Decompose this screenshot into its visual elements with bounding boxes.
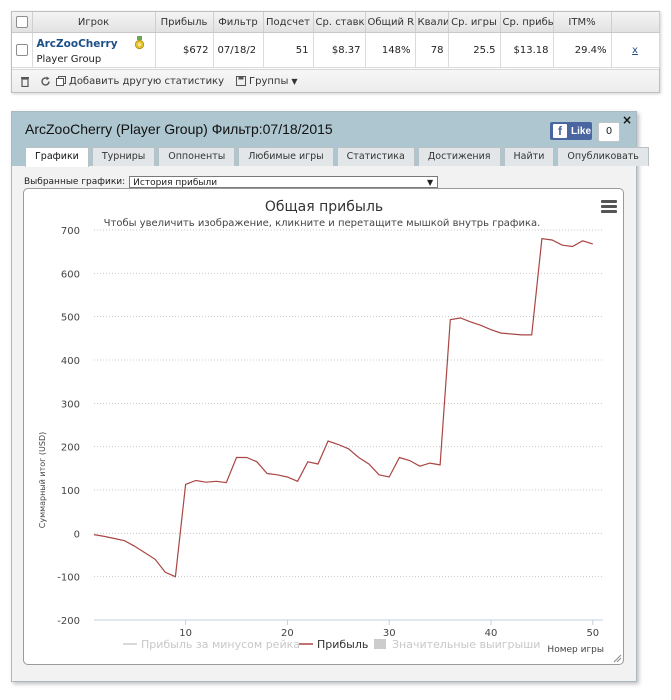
tab-opponents[interactable]: Оппоненты	[158, 147, 236, 166]
col-header-avg-profit[interactable]: Ср. прибы	[500, 12, 554, 33]
tab-charts[interactable]: Графики	[25, 147, 89, 167]
table-header-row: Игрок Прибыль Фильтр Подсчет Ср. ставк О…	[12, 12, 660, 33]
tab-statistics[interactable]: Статистика	[336, 147, 415, 166]
select-all-checkbox[interactable]	[12, 12, 33, 33]
legend-item[interactable]: Прибыль за минусом рейка	[141, 638, 300, 651]
x-tick-label: 50	[586, 628, 599, 639]
chart-container[interactable]: Общая прибыль Чтобы увеличить изображени…	[23, 188, 624, 665]
add-window-icon	[56, 76, 66, 86]
chevron-down-icon: ▼	[291, 76, 298, 86]
tab-tournaments[interactable]: Турниры	[91, 147, 156, 166]
avg-stake-value: $8.37	[313, 32, 366, 68]
col-header-avg-stake[interactable]: Ср. ставк	[313, 12, 366, 33]
y-tick-label: 400	[61, 356, 80, 367]
y-tick-label: 100	[61, 486, 80, 497]
player-window: ArcZooCherry (Player Group) Фильтр:07/18…	[11, 111, 649, 682]
award-icon	[134, 36, 144, 50]
avg-players-value: 25.5	[448, 32, 501, 68]
save-icon	[236, 76, 247, 86]
tab-achievements[interactable]: Достижения	[417, 147, 501, 166]
groups-dropdown[interactable]: Группы ▼	[236, 76, 298, 87]
window-header[interactable]: ArcZooCherry (Player Group) Фильтр:07/18…	[12, 112, 649, 167]
chart-subtitle: Чтобы увеличить изображение, кликните и …	[104, 218, 541, 229]
y-tick-label: 200	[61, 443, 80, 454]
groups-label: Группы	[249, 75, 289, 87]
y-tick-label: 600	[61, 269, 80, 280]
profit-value: $672	[155, 32, 214, 68]
quali-value: 78	[415, 32, 449, 68]
y-tick-label: 300	[61, 399, 80, 410]
graph-select[interactable]: История прибыли ▼	[129, 176, 439, 188]
legend-item[interactable]: Значительные выигрыши	[392, 638, 540, 651]
stats-table: Игрок Прибыль Фильтр Подсчет Ср. ставк О…	[12, 12, 660, 68]
filter-value: 07/18/2	[213, 32, 264, 68]
refresh-icon[interactable]	[38, 74, 52, 88]
y-tick-label: -200	[57, 616, 80, 627]
player-group: Player Group	[36, 53, 102, 65]
facebook-like-button[interactable]: f Like	[550, 122, 592, 140]
col-header-player[interactable]: Игрок	[32, 12, 156, 33]
resize-handle-icon[interactable]	[612, 653, 622, 663]
col-header-profit[interactable]: Прибыль	[155, 12, 214, 33]
series-line-profit	[93, 238, 593, 578]
chart-menu-icon[interactable]	[601, 200, 617, 214]
y-tick-label: -100	[57, 573, 80, 584]
row-checkbox[interactable]	[12, 32, 33, 68]
graph-select-row: Выбранные графики: История прибыли ▼	[24, 176, 439, 188]
stats-toolbar: Добавить другую статистику Группы ▼	[12, 69, 659, 92]
facebook-icon: f	[553, 124, 567, 138]
add-stat-button[interactable]: Добавить другую статистику	[56, 76, 224, 87]
itm-value: 29.4%	[553, 32, 612, 68]
graph-select-label: Выбранные графики:	[24, 177, 126, 187]
x-axis-label: Номер игры	[547, 645, 604, 655]
close-icon[interactable]: ×	[622, 113, 632, 127]
table-row: ArcZooCherry Player Group $672 07/18/2 5…	[12, 32, 660, 68]
y-tick-label: 500	[61, 313, 80, 324]
col-header-count[interactable]: Подсчет	[263, 12, 314, 33]
tab-favorite-games[interactable]: Любимые игры	[238, 147, 334, 166]
tab-find[interactable]: Найти	[503, 147, 555, 166]
facebook-like-label: Like	[571, 125, 592, 137]
y-axis-label: Суммарный итог (USD)	[38, 432, 47, 529]
y-tick-label: 700	[61, 226, 80, 237]
legend-symbol	[374, 639, 386, 649]
legend-item[interactable]: Прибыль	[317, 638, 368, 651]
col-header-itm[interactable]: ITM%	[553, 12, 612, 33]
player-cell: ArcZooCherry Player Group	[32, 32, 156, 68]
profit-chart[interactable]: Общая прибыль Чтобы увеличить изображени…	[24, 189, 623, 664]
col-header-filter[interactable]: Фильтр	[213, 12, 264, 33]
avg-profit-value: $13.18	[500, 32, 554, 68]
graph-select-value: История прибыли	[133, 178, 218, 188]
chart-title: Общая прибыль	[265, 199, 383, 215]
col-header-remove	[611, 12, 660, 33]
y-tick-label: 0	[74, 529, 80, 540]
window-title: ArcZooCherry (Player Group) Фильтр:07/18…	[25, 121, 333, 137]
remove-row-link[interactable]: x	[611, 32, 660, 68]
count-value: 51	[263, 32, 314, 68]
trash-icon[interactable]	[18, 74, 32, 88]
col-header-total-roi[interactable]: Общий R	[365, 12, 416, 33]
facebook-like-count: 0	[598, 122, 620, 142]
stats-panel: Игрок Прибыль Фильтр Подсчет Ср. ставк О…	[11, 11, 660, 93]
tab-bar: Графики Турниры Оппоненты Любимые игры С…	[25, 147, 649, 167]
col-header-quali[interactable]: Квали	[415, 12, 449, 33]
add-stat-label: Добавить другую статистику	[69, 75, 225, 87]
col-header-avg-players[interactable]: Ср. игры	[448, 12, 501, 33]
tab-publish[interactable]: Опубликовать	[557, 147, 649, 166]
total-roi-value: 148%	[365, 32, 416, 68]
